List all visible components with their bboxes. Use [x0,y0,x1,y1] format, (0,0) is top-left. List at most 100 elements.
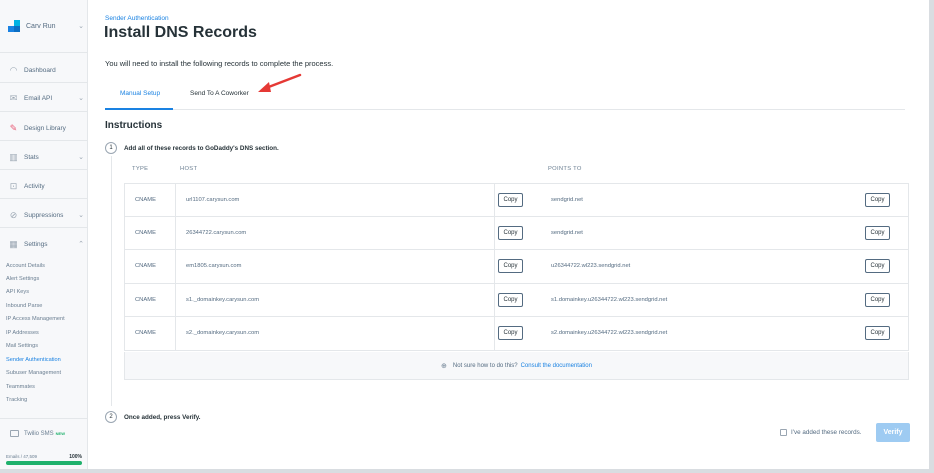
settings-item-mail-settings[interactable]: Mail Settings [6,343,38,349]
documentation-link[interactable]: Consult the documentation [521,363,592,369]
copy-host-button[interactable]: Copy [498,225,523,240]
twilio-sms-link[interactable]: Twilio SMS NEW [10,430,65,437]
usage-progress-fill [6,461,82,465]
suppressions-icon: ⊘ [9,209,18,220]
sms-icon [10,430,19,437]
settings-item-sender-authentication[interactable]: Sender Authentication [6,357,61,363]
table-row: CNAME s2._domainkey.carysun.com Copy s2.… [124,317,909,351]
table-row: CNAME 26344722.carysun.com Copy sendgrid… [124,216,909,251]
sidebar-item-settings[interactable]: ▦ Settings ⌃ [8,237,84,251]
host-cell: em1805.carysun.com [175,250,495,283]
copy-points-to-button[interactable]: Copy [865,193,890,207]
table-row: CNAME url1107.carysun.com Copy sendgrid.… [124,183,909,217]
step-text: Once added, press Verify. [124,413,201,421]
table-row: CNAME em1805.carysun.com Copy u26344722.… [124,250,909,284]
annotation-arrow-icon [258,73,302,92]
column-header-host: HOST [180,166,198,172]
step-2: 2 Once added, press Verify. [105,411,201,423]
window-frame [0,469,934,473]
record-points-to: s2.domainkey.u26344722.wl223.sendgrid.ne… [551,330,668,337]
copy-host-button[interactable]: Copy [498,259,523,274]
record-points-to: s1.domainkey.u26344722.wl223.sendgrid.ne… [551,296,668,303]
copy-points-to-button[interactable]: Copy [865,292,890,307]
chevron-up-icon: ⌃ [78,241,84,248]
records-added-checkbox-label[interactable]: I've added these records. [780,429,862,436]
sidebar-item-label: Email API [24,94,53,102]
record-type: CNAME [135,229,156,236]
tab-manual-setup[interactable]: Manual Setup [120,90,160,97]
record-type: CNAME [135,197,156,203]
record-host: s2._domainkey.carysun.com [186,330,260,337]
tab-send-to-coworker[interactable]: Send To A Coworker [190,90,249,97]
breadcrumb[interactable]: Sender Authentication [105,15,169,22]
settings-item-teammates[interactable]: Teammates [6,384,35,390]
divider [0,418,88,419]
settings-item-subuser-management[interactable]: Subuser Management [6,370,61,376]
chevron-down-icon: ⌄ [78,154,84,161]
verify-button[interactable]: Verify [876,423,910,442]
divider [0,82,88,83]
settings-icon: ▦ [9,238,18,249]
usage-progress-bar [6,461,82,465]
intro-text: You will need to install the following r… [105,59,334,68]
copy-host-button[interactable]: Copy [498,326,523,341]
record-host: 26344722.carysun.com [186,229,247,236]
records-added-text: I've added these records. [791,429,862,436]
record-host: url1107.carysun.com [186,197,240,203]
settings-item-alert-settings[interactable]: Alert Settings [6,276,39,282]
sidebar-item-design-library[interactable]: ✎ Design Library [8,121,84,135]
sidebar-item-label: Design Library [24,124,66,132]
settings-item-api-keys[interactable]: API Keys [6,289,29,295]
copy-host-button[interactable]: Copy [498,193,523,207]
account-name: Carv Run [26,22,56,30]
setup-tabs: Manual Setup Send To A Coworker [105,84,905,110]
host-cell: 26344722.carysun.com [175,216,495,250]
copy-points-to-button[interactable]: Copy [865,326,890,341]
email-api-icon: ✉ [9,92,18,103]
dns-records-table: CNAME url1107.carysun.com Copy sendgrid.… [124,183,909,351]
usage-percent: 100% [69,454,82,460]
record-host: em1805.carysun.com [186,263,242,270]
step-connector [111,156,112,406]
step-number: 2 [105,411,117,423]
page-title: Install DNS Records [104,24,257,41]
sidebar-item-activity[interactable]: ⊡ Activity [8,179,84,193]
stats-icon: ▥ [9,151,18,162]
divider [0,111,88,112]
copy-host-button[interactable]: Copy [498,292,523,307]
chevron-down-icon: ⌄ [78,95,84,102]
sidebar-item-suppressions[interactable]: ⊘ Suppressions ⌄ [8,208,84,222]
divider [0,227,88,228]
lifebuoy-icon: ⊕ [441,362,447,370]
settings-item-inbound-parse[interactable]: Inbound Parse [6,303,42,309]
settings-item-ip-access-management[interactable]: IP Access Management [6,316,65,322]
record-type: CNAME [135,330,156,337]
record-points-to: u26344722.wl223.sendgrid.net [551,263,631,270]
help-text: Not sure how to do this? [452,362,518,369]
sidebar-item-label: Settings [24,240,48,248]
sidebar-item-email-api[interactable]: ✉ Email API ⌄ [8,91,84,105]
divider [0,52,88,53]
sidebar-item-label: Dashboard [24,66,56,74]
records-added-checkbox[interactable] [780,429,787,436]
table-row: CNAME s1._domainkey.carysun.com Copy s1.… [124,283,909,318]
copy-points-to-button[interactable]: Copy [865,259,890,274]
sidebar-item-label: Activity [24,182,45,190]
settings-item-ip-addresses[interactable]: IP Addresses [6,330,39,336]
host-cell: s1._domainkey.carysun.com [175,283,495,317]
settings-item-account-details[interactable]: Account Details [6,263,45,269]
chevron-down-icon: ⌄ [78,212,84,219]
copy-points-to-button[interactable]: Copy [865,225,890,240]
sidebar: Carv Run ⌄ ◠ Dashboard ✉ Email API ⌄ ✎ D… [0,0,88,473]
settings-item-tracking[interactable]: Tracking [6,397,27,403]
sidebar-item-dashboard[interactable]: ◠ Dashboard [8,63,84,77]
sidebar-item-label: Stats [24,153,39,161]
sidebar-item-stats[interactable]: ▥ Stats ⌄ [8,150,84,164]
column-header-type: TYPE [132,166,149,172]
account-switcher[interactable]: Carv Run ⌄ [8,19,84,33]
record-type: CNAME [135,263,156,270]
new-badge: NEW [55,431,66,436]
column-header-points-to: POINTS TO [548,166,582,172]
divider [0,198,88,199]
window-frame [929,0,934,473]
